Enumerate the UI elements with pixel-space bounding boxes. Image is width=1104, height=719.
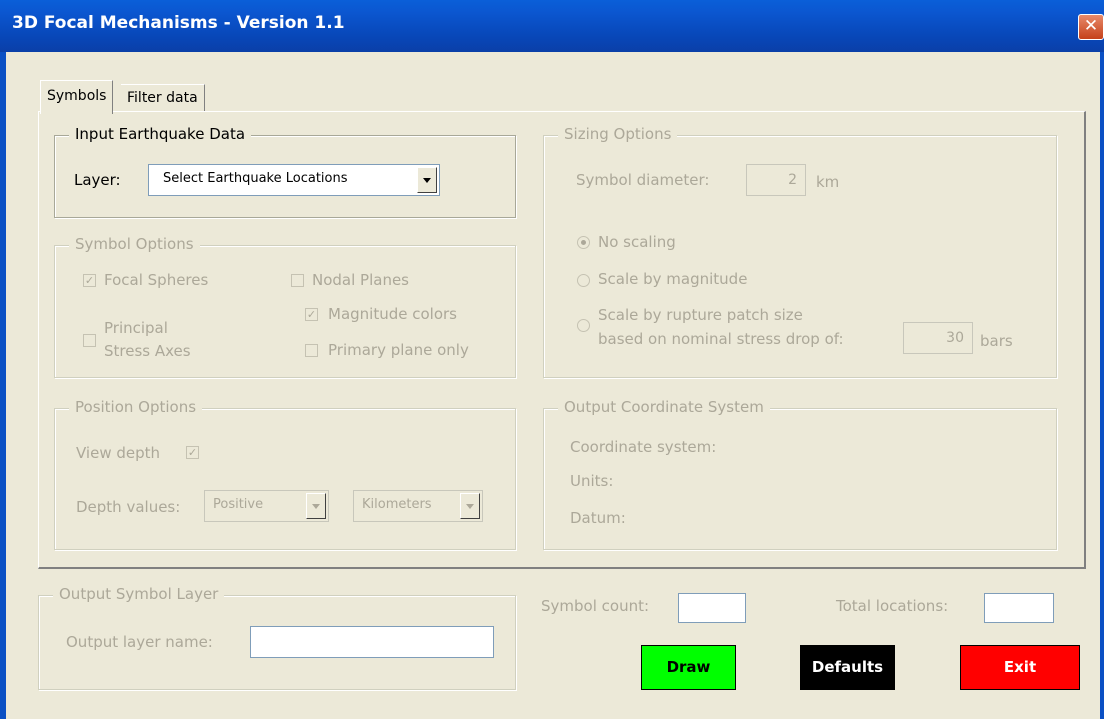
scale-rupture-line1: Scale by rupture patch size xyxy=(598,306,803,324)
magnitude-colors-label: Magnitude colors xyxy=(328,305,457,323)
output-symbol-layer-title: Output Symbol Layer xyxy=(53,585,225,603)
diameter-unit: km xyxy=(816,173,840,191)
tab-symbols[interactable]: Symbols xyxy=(40,80,114,114)
tab-filter-data[interactable]: Filter data xyxy=(121,84,205,112)
depth-values-label: Depth values: xyxy=(76,498,181,516)
primary-plane-label: Primary plane only xyxy=(328,341,469,359)
layer-select-value: Select Earthquake Locations xyxy=(163,171,348,186)
units-label: Units: xyxy=(570,472,614,490)
symbol-diameter-input[interactable]: 2 xyxy=(746,164,806,196)
output-coordinate-group: Output Coordinate System xyxy=(543,398,1057,550)
layer-label: Layer: xyxy=(74,171,121,189)
depth-sign-value: Positive xyxy=(213,497,264,512)
no-scaling-label: No scaling xyxy=(598,233,676,251)
chevron-down-icon[interactable] xyxy=(460,493,480,519)
sizing-options-title: Sizing Options xyxy=(558,125,678,143)
scale-magnitude-label: Scale by magnitude xyxy=(598,270,748,288)
window-frame-left xyxy=(0,52,6,719)
stress-unit: bars xyxy=(980,332,1013,350)
principal-label-line1: Principal xyxy=(104,319,168,337)
window-title: 3D Focal Mechanisms - Version 1.1 xyxy=(12,13,345,33)
magnitude-colors-checkbox[interactable]: ✓ xyxy=(305,308,318,321)
depth-sign-select[interactable]: Positive xyxy=(204,490,329,522)
symbol-options-title: Symbol Options xyxy=(69,235,200,253)
no-scaling-radio[interactable] xyxy=(577,236,590,249)
nodal-planes-label: Nodal Planes xyxy=(312,271,410,289)
focal-spheres-checkbox[interactable]: ✓ xyxy=(83,274,96,287)
stress-drop-input[interactable]: 30 xyxy=(903,322,973,354)
chevron-down-icon[interactable] xyxy=(306,493,326,519)
view-depth-checkbox[interactable]: ✓ xyxy=(186,446,199,459)
input-group-title: Input Earthquake Data xyxy=(69,125,252,143)
nodal-planes-checkbox[interactable] xyxy=(291,274,304,287)
output-layer-name-input[interactable] xyxy=(250,626,494,658)
focal-spheres-label: Focal Spheres xyxy=(104,271,209,289)
scale-rupture-radio[interactable] xyxy=(577,319,590,332)
coordinate-system-label: Coordinate system: xyxy=(570,438,717,456)
symbol-diameter-label: Symbol diameter: xyxy=(576,171,710,189)
total-locations-field xyxy=(984,593,1054,623)
principal-stress-checkbox[interactable] xyxy=(83,334,96,347)
symbol-count-label: Symbol count: xyxy=(541,597,650,615)
draw-button[interactable]: Draw xyxy=(641,645,736,690)
defaults-button[interactable]: Defaults xyxy=(800,645,895,690)
position-options-title: Position Options xyxy=(69,398,203,416)
depth-units-select[interactable]: Kilometers xyxy=(353,490,483,522)
layer-select[interactable]: Select Earthquake Locations xyxy=(148,164,440,196)
scale-magnitude-radio[interactable] xyxy=(577,274,590,287)
principal-label-line2: Stress Axes xyxy=(104,342,191,360)
position-options-group: Position Options xyxy=(54,398,516,550)
symbol-count-field xyxy=(678,593,746,623)
scale-rupture-line2: based on nominal stress drop of: xyxy=(598,330,844,348)
output-coordinate-title: Output Coordinate System xyxy=(558,398,770,416)
depth-units-value: Kilometers xyxy=(362,497,432,512)
close-icon[interactable]: ✕ xyxy=(1078,14,1104,40)
primary-plane-checkbox[interactable] xyxy=(305,344,318,357)
title-bar: 3D Focal Mechanisms - Version 1.1 ✕ xyxy=(0,0,1104,52)
output-layer-name-label: Output layer name: xyxy=(66,633,213,651)
window-frame-right xyxy=(1100,52,1104,719)
datum-label: Datum: xyxy=(570,509,626,527)
chevron-down-icon[interactable] xyxy=(417,167,437,193)
view-depth-label: View depth xyxy=(76,444,161,462)
total-locations-label: Total locations: xyxy=(836,597,949,615)
exit-button[interactable]: Exit xyxy=(960,645,1080,690)
